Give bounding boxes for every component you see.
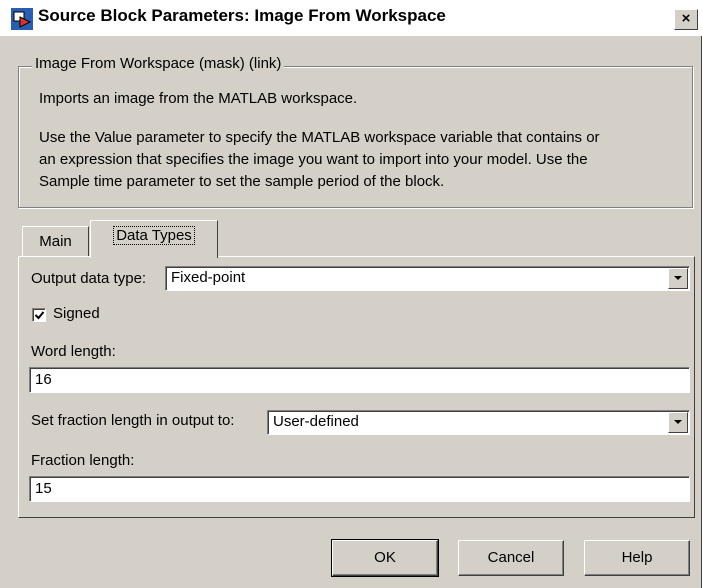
simulink-block-icon: [11, 8, 33, 30]
fraction-mode-label: Set fraction length in output to:: [31, 412, 235, 429]
dialog-window: Source Block Parameters: Image From Work…: [0, 0, 702, 588]
close-button[interactable]: ×: [674, 9, 698, 30]
checkmark-icon: [34, 311, 45, 320]
tab-data-types-label: Data Types: [113, 226, 195, 245]
word-length-value: 16: [35, 371, 52, 388]
group-legend: Image From Workspace (mask) (link): [32, 55, 285, 72]
description-line: Imports an image from the MATLAB workspa…: [39, 90, 358, 107]
signed-checkbox[interactable]: [32, 308, 46, 322]
word-length-label: Word length:: [31, 343, 116, 360]
description-line: Sample time parameter to set the sample …: [39, 173, 445, 190]
signed-label: Signed: [53, 305, 100, 322]
word-length-input[interactable]: 16: [29, 367, 690, 393]
window-title: Source Block Parameters: Image From Work…: [38, 6, 446, 25]
tab-main[interactable]: Main: [22, 226, 89, 256]
fraction-mode-select[interactable]: User-defined: [267, 410, 690, 435]
description-line: Use the Value parameter to specify the M…: [39, 129, 600, 146]
fraction-length-input[interactable]: 15: [29, 476, 690, 502]
tab-data-types[interactable]: Data Types: [90, 220, 218, 258]
ok-button[interactable]: OK: [331, 539, 439, 577]
cancel-button[interactable]: Cancel: [458, 540, 564, 576]
fraction-length-value: 15: [35, 480, 52, 497]
output-data-type-value: Fixed-point: [171, 269, 246, 286]
dropdown-arrow-icon[interactable]: [668, 412, 688, 433]
description-line: an expression that specifies the image y…: [39, 151, 588, 168]
fraction-mode-value: User-defined: [273, 413, 359, 430]
fraction-length-label: Fraction length:: [31, 452, 135, 469]
dropdown-arrow-icon[interactable]: [668, 268, 688, 289]
title-bar[interactable]: Source Block Parameters: Image From Work…: [0, 0, 702, 36]
output-data-type-select[interactable]: Fixed-point: [165, 266, 690, 291]
output-data-type-label: Output data type:: [31, 270, 147, 287]
help-button[interactable]: Help: [584, 540, 690, 576]
